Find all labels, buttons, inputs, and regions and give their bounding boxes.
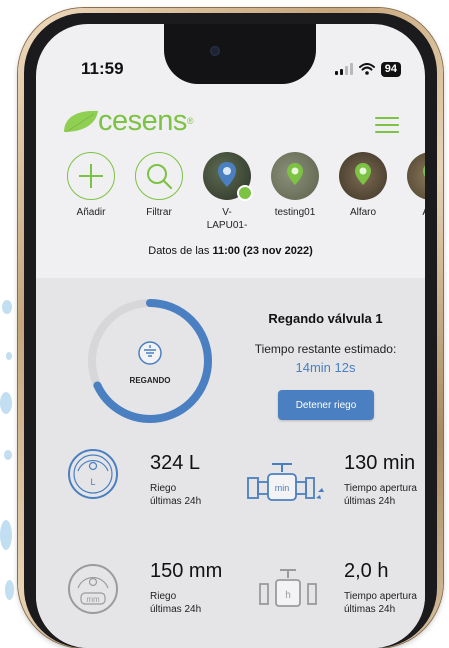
- irrigation-progress-ring: REGANDO: [88, 299, 212, 423]
- phone-frame: 11:59 94 cesens ® Añadir Filtrar V- LAPU…: [18, 8, 443, 648]
- remaining-time-value: 14min 12s: [295, 360, 356, 375]
- search-icon: [135, 152, 183, 200]
- stat-label-line1: Tiempo apertura: [344, 483, 417, 494]
- stop-irrigation-button[interactable]: Detener riego: [278, 390, 374, 420]
- device-label: Alfa: [396, 206, 425, 219]
- device-photo: [407, 152, 425, 200]
- map-pin-icon: [287, 163, 303, 185]
- stat-opening-time: 130 min: [344, 452, 416, 474]
- device-strip[interactable]: Añadir Filtrar V- LAPU01- testing01 Alfa…: [36, 148, 425, 288]
- logo-text: cesens: [98, 104, 187, 137]
- stat-label-line2: últimas 24h: [150, 604, 202, 615]
- stat-irrigation-liters: 324 L: [150, 452, 201, 474]
- water-meter-icon: L: [68, 449, 118, 499]
- gauge-unit: mm: [86, 595, 100, 604]
- device-label: V- LAPU01-: [206, 207, 248, 231]
- water-splash: [0, 520, 12, 550]
- status-time: 11:59: [81, 59, 124, 78]
- device-alfa[interactable]: Alfa: [396, 152, 425, 219]
- logo-registered: ®: [186, 116, 194, 126]
- filter-label: Filtrar: [146, 207, 172, 218]
- stat-irrigation-mm-label: Riego últimas 24h: [150, 590, 201, 616]
- camera-icon: [210, 46, 220, 56]
- app-header: cesens ®: [36, 84, 425, 146]
- water-splash: [6, 352, 12, 360]
- meter-unit: L: [90, 477, 95, 487]
- water-splash: [4, 450, 12, 460]
- cesens-logo[interactable]: cesens ®: [62, 104, 194, 138]
- device-photo: [203, 152, 253, 201]
- hamburger-menu-icon[interactable]: [375, 117, 399, 133]
- wifi-icon: [358, 63, 375, 75]
- water-splash: [5, 580, 14, 600]
- stat-opening-hours-label: Tiempo apertura últimas 24h: [344, 590, 417, 616]
- stat-irrigation-liters-label: Riego últimas 24h: [150, 482, 201, 508]
- stat-opening-time-label: Tiempo apertura últimas 24h: [344, 482, 417, 508]
- map-pin-icon: [423, 165, 425, 178]
- status-icons: 94: [334, 61, 401, 77]
- signal-icon: [334, 63, 353, 75]
- rain-gauge-icon: mm: [68, 564, 118, 614]
- irrigation-status-label: REGANDO: [130, 376, 171, 385]
- water-splash: [0, 392, 12, 414]
- device-photo: [271, 152, 319, 200]
- sprinkler-icon: [138, 341, 162, 365]
- stat-label-line1: Tiempo apertura: [344, 591, 417, 602]
- stat-label-line2: últimas 24h: [344, 604, 396, 615]
- valve-hours-icon: h: [259, 569, 317, 607]
- water-splash: [2, 300, 12, 314]
- stat-label-line2: últimas 24h: [344, 496, 396, 507]
- device-testing01[interactable]: testing01: [260, 152, 330, 219]
- valve-icon: min: [247, 463, 324, 501]
- stat-label-line1: Riego: [150, 591, 177, 602]
- map-pin-icon: [355, 163, 371, 185]
- data-timestamp-prefix: Datos de las: [148, 245, 213, 257]
- add-device-label: Añadir: [76, 207, 106, 218]
- device-label: Alfaro: [349, 207, 377, 218]
- device-alfaro[interactable]: Alfaro: [328, 152, 398, 219]
- add-device-button[interactable]: Añadir: [56, 152, 126, 219]
- remaining-time-label: Tiempo restante estimado:: [254, 342, 397, 356]
- stat-opening-hours: 2,0 h: [344, 560, 389, 582]
- data-timestamp-value: 11:00 (23 nov 2022): [212, 245, 313, 257]
- device-v-lapu01[interactable]: V- LAPU01-: [192, 152, 262, 232]
- plus-icon: [67, 152, 115, 200]
- device-photo: [339, 152, 387, 200]
- valve-hours-unit: h: [285, 590, 291, 601]
- stat-label-line1: Riego: [150, 483, 177, 494]
- filter-button[interactable]: Filtrar: [124, 152, 194, 219]
- valve-unit: min: [275, 483, 290, 493]
- device-label: testing01: [274, 207, 316, 218]
- leaf-logo-icon: [64, 110, 98, 133]
- active-badge: [237, 185, 253, 201]
- stat-label-line2: últimas 24h: [150, 496, 202, 507]
- phone-bezel: 11:59 94 cesens ® Añadir Filtrar V- LAPU…: [24, 13, 437, 648]
- valve-title: Regando válvula 1: [268, 311, 383, 326]
- app-screen: 11:59 94 cesens ® Añadir Filtrar V- LAPU…: [36, 24, 425, 648]
- stat-irrigation-mm: 150 mm: [150, 560, 223, 582]
- notch: [164, 24, 316, 84]
- battery-indicator: 94: [380, 61, 401, 77]
- data-timestamp: Datos de las 11:00 (23 nov 2022): [36, 245, 425, 257]
